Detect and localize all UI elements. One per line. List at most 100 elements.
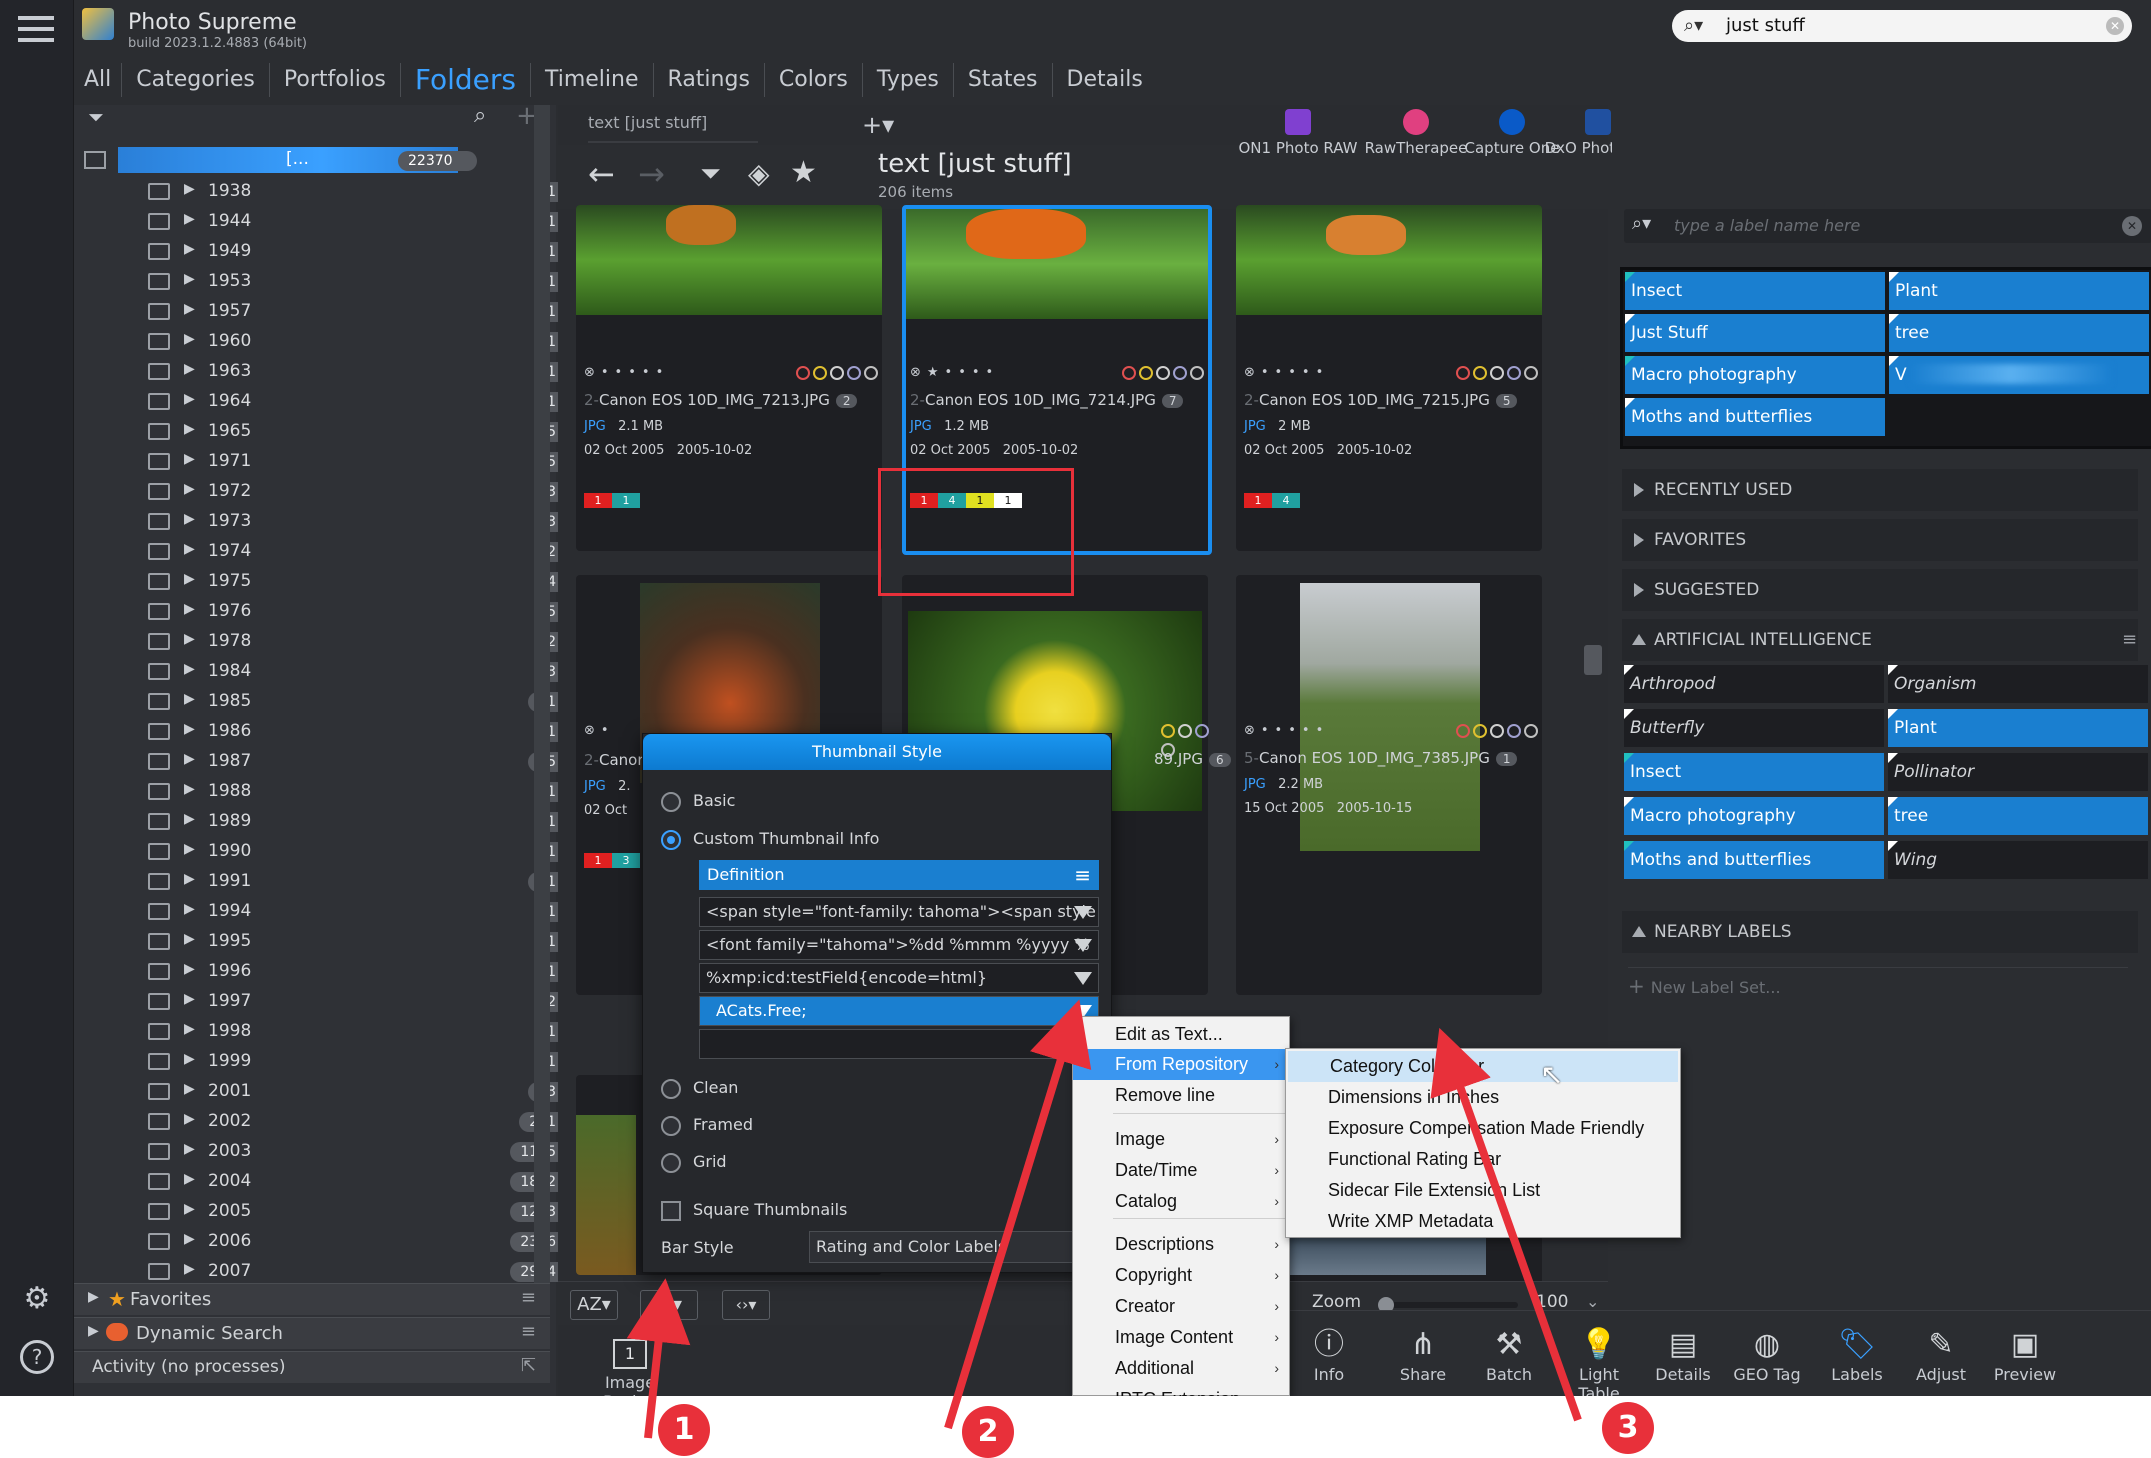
submenu-item[interactable]: Category Color Bar xyxy=(1288,1051,1678,1082)
rating-dots[interactable]: ⊗••••• xyxy=(1244,365,1329,380)
folder-row[interactable]: ▶ 1989 1 xyxy=(74,807,578,837)
search-box[interactable]: ⌕▾ just stuff ✕ xyxy=(1672,10,2132,42)
new-label-set-button[interactable]: + New Label Set... xyxy=(1628,967,2128,998)
folder-search-icon[interactable]: ⌕ xyxy=(474,103,486,128)
toolbar-button-share[interactable]: ⋔ Share xyxy=(1382,1325,1464,1384)
radio-basic[interactable] xyxy=(661,792,681,812)
chevron-down-icon[interactable]: ⌄ xyxy=(1586,1292,1599,1311)
section-favorites[interactable]: FAVORITES xyxy=(1622,519,2138,561)
expand-arrow-icon[interactable]: ▶ xyxy=(184,691,195,707)
folder-row[interactable]: ▶ 1999 1 xyxy=(74,1047,578,1077)
folder-row[interactable]: ▶20041882 xyxy=(74,1167,578,1197)
color-rings[interactable] xyxy=(793,365,878,384)
expand-arrow-icon[interactable]: ▶ xyxy=(184,1261,195,1277)
expand-arrow-icon[interactable]: ▶ xyxy=(184,211,195,227)
expand-arrow-icon[interactable]: ▶ xyxy=(184,181,195,197)
definition-row-selected[interactable]: ACats.Free; xyxy=(699,996,1099,1026)
folder-row[interactable]: ▶2002281 xyxy=(74,1107,578,1137)
tab-portfolios[interactable]: Portfolios xyxy=(270,63,401,97)
menu-item[interactable]: Additional › xyxy=(1073,1353,1289,1384)
tab-details[interactable]: Details xyxy=(1053,63,1157,97)
scrollbar-thumb[interactable] xyxy=(1584,645,1602,675)
submenu-item[interactable]: Functional Rating Bar xyxy=(1286,1144,1680,1175)
toolbar-button-info[interactable]: ⓘ Info xyxy=(1288,1325,1370,1384)
toolbar-button-adjust[interactable]: ✎ Adjust xyxy=(1900,1325,1982,1384)
menu-icon[interactable]: ≡ xyxy=(1074,860,1091,890)
label-chip[interactable]: Insect xyxy=(1624,753,1884,791)
radio-framed[interactable] xyxy=(661,1116,681,1136)
folder-row[interactable]: ▶ 1984 3 xyxy=(74,657,578,687)
folder-row[interactable]: ▶ 1971 5 xyxy=(74,447,578,477)
menu-item[interactable]: Image Content › xyxy=(1073,1322,1289,1353)
folder-row[interactable]: ▶199121 xyxy=(74,867,578,897)
menu-icon[interactable]: ≡ xyxy=(521,1287,536,1308)
menu-item[interactable]: Descriptions › xyxy=(1073,1229,1289,1260)
submenu-item[interactable]: Exposure Compensation Made Friendly xyxy=(1286,1113,1680,1144)
section-suggested[interactable]: SUGGESTED xyxy=(1622,569,2138,611)
filter-icon[interactable]: ⏷ xyxy=(700,159,721,190)
expand-arrow-icon[interactable]: ▶ xyxy=(184,1051,195,1067)
filter-icon[interactable]: ⏷ xyxy=(88,105,104,129)
add-tab-icon[interactable]: +▾ xyxy=(862,111,894,139)
folder-row[interactable]: ▶198715 xyxy=(74,747,578,777)
label-chip[interactable]: tree xyxy=(1888,797,2148,835)
star-icon[interactable]: ★ xyxy=(790,155,817,190)
folder-row[interactable]: ▶200183 xyxy=(74,1077,578,1107)
folder-row[interactable]: ▶ 1953 1 xyxy=(74,267,578,297)
menu-item[interactable]: Creator › xyxy=(1073,1291,1289,1322)
folder-row[interactable]: ▶20051213 xyxy=(74,1197,578,1227)
expand-arrow-icon[interactable]: ▶ xyxy=(184,361,195,377)
folder-row[interactable]: ▶ 1986 1 xyxy=(74,717,578,747)
folder-row[interactable]: ▶ 1949 1 xyxy=(74,237,578,267)
code-view-button[interactable]: ‹›▾ xyxy=(722,1290,770,1320)
folder-row[interactable]: ▶ 1973 3 xyxy=(74,507,578,537)
folder-row[interactable]: ▶ 1994 1 xyxy=(74,897,578,927)
expand-arrow-icon[interactable]: ▶ xyxy=(184,1111,195,1127)
expand-arrow-icon[interactable]: ▶ xyxy=(184,781,195,797)
expand-arrow-icon[interactable]: ▶ xyxy=(184,1081,195,1097)
submenu-item[interactable]: Sidecar File Extension List xyxy=(1286,1175,1680,1206)
tab-states[interactable]: States xyxy=(954,63,1053,97)
folder-row[interactable]: ▶ 1974 2 xyxy=(74,537,578,567)
expand-arrow-icon[interactable]: ▶ xyxy=(184,1171,195,1187)
expand-arrow-icon[interactable]: ▶ xyxy=(184,721,195,737)
label-search-box[interactable]: ⌕▾ type a label name here ✕ xyxy=(1624,209,2151,243)
label-chip[interactable]: Plant xyxy=(1889,272,2149,310)
expand-arrow-icon[interactable]: ▶ xyxy=(184,961,195,977)
expand-arrow-icon[interactable]: ▶ xyxy=(184,811,195,827)
image-basket[interactable]: 1 Image Basket xyxy=(580,1335,680,1396)
folder-row[interactable]: ▶ 1990 1 xyxy=(74,837,578,867)
expand-arrow-icon[interactable]: ▶ xyxy=(184,991,195,1007)
definition-row[interactable]: %xmp:icd:testField{encode=html} xyxy=(699,963,1099,993)
folder-row[interactable]: ▶ 1972 3 xyxy=(74,477,578,507)
label-chip[interactable]: tree xyxy=(1889,314,2149,352)
label-search-input[interactable]: type a label name here xyxy=(1674,216,1860,235)
menu-icon[interactable]: ≡ xyxy=(521,1321,536,1342)
expand-arrow-icon[interactable]: ▶ xyxy=(184,241,195,257)
expand-arrow-icon[interactable]: ▶ xyxy=(184,271,195,287)
folder-row[interactable]: ▶ 1976 5 xyxy=(74,597,578,627)
tab-folders[interactable]: Folders xyxy=(401,63,531,97)
expand-arrow-icon[interactable]: ▶ xyxy=(184,301,195,317)
definition-row[interactable]: <span style="font-family: tahoma"><span … xyxy=(699,897,1099,927)
favorites-section[interactable]: ▶ ★ Favorites ≡ xyxy=(74,1283,550,1315)
expand-arrow-icon[interactable]: ▶ xyxy=(184,1201,195,1217)
radio-custom-thumbnail-info[interactable] xyxy=(661,830,681,850)
expand-arrow-icon[interactable]: ▶ xyxy=(184,541,195,557)
color-rings[interactable] xyxy=(1119,365,1204,384)
activity-section[interactable]: Activity (no processes) ⇱ xyxy=(74,1351,550,1383)
search-input[interactable]: just stuff xyxy=(1726,15,1805,36)
definition-row[interactable]: <font family="tahoma">%dd %mmm %yyyy % xyxy=(699,930,1099,960)
expand-arrow-icon[interactable]: ▶ xyxy=(184,511,195,527)
toolbar-button-preview[interactable]: ▣ Preview xyxy=(1984,1325,2066,1384)
definition-row-empty[interactable] xyxy=(699,1029,1099,1059)
square-thumbnails-checkbox[interactable] xyxy=(661,1201,681,1221)
tab-timeline[interactable]: Timeline xyxy=(531,63,654,97)
clear-search-icon[interactable]: ✕ xyxy=(2106,17,2124,35)
folder-row[interactable]: ▶20031105 xyxy=(74,1137,578,1167)
label-chip[interactable]: Moths and butterflies xyxy=(1625,398,1885,436)
tab-all[interactable]: All xyxy=(84,63,123,97)
submenu-item[interactable]: Dimensions in Inches xyxy=(1286,1082,1680,1113)
label-chip[interactable]: Wing xyxy=(1888,841,2148,879)
expand-arrow-icon[interactable]: ▶ xyxy=(184,1141,195,1157)
